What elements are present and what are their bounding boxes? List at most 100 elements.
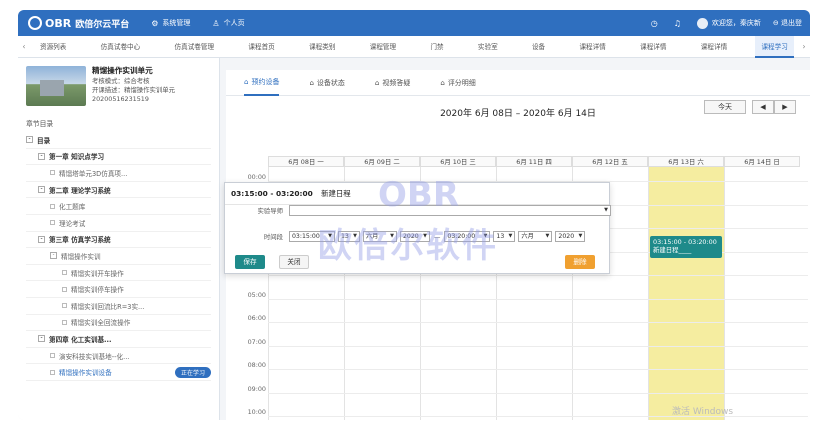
bell-icon[interactable]: ♫ xyxy=(674,19,681,28)
time-label: 08:00 xyxy=(247,361,266,369)
tree-node-label: 精馏操作实训 xyxy=(61,252,101,261)
tabs-right-arrow-icon[interactable]: › xyxy=(798,42,810,51)
save-button[interactable]: 保存 xyxy=(235,255,265,269)
unit-mode: 考核模式：综合考核 xyxy=(92,77,150,85)
leaf-icon[interactable] xyxy=(50,220,55,226)
tab-item[interactable]: 课程详情 xyxy=(695,36,733,58)
period-label: 时间段 xyxy=(263,233,283,241)
tree-node[interactable]: 精馏实训开车操作 xyxy=(26,265,211,282)
tab-item[interactable]: 课程学习 xyxy=(755,35,794,58)
clock-icon[interactable]: ◷ xyxy=(651,19,658,28)
hour-line xyxy=(268,275,808,276)
leaf-icon[interactable] xyxy=(62,286,67,292)
tab-item[interactable]: 课程首页 xyxy=(242,36,280,58)
tab-item[interactable]: 仿真试卷中心 xyxy=(95,36,147,58)
day-header: 6月 11日 四 xyxy=(496,156,572,167)
nav-personal-page[interactable]: ♙ 个人页 xyxy=(212,18,244,28)
tree-node[interactable]: - 第二章 理论学习系统 xyxy=(26,182,211,199)
tree-node[interactable]: - 第四章 化工实训基... xyxy=(26,331,211,348)
gear-icon: ⚙ xyxy=(151,18,159,28)
left-panel: 精馏操作实训单元 考核模式：综合考核 开课描述：精馏操作实训单元 2020051… xyxy=(18,58,220,420)
end-month-select[interactable]: 六月 ▼ xyxy=(518,231,553,242)
chapter-tree: - 目录 - 第一章 知识点学习精馏塔单元3D仿真项... - 第二章 理论学习系统 化工题… xyxy=(18,132,219,381)
end-time-select[interactable]: 03:20:00 ▼ xyxy=(444,231,491,242)
start-time-select[interactable]: 03:15:00 ▼ xyxy=(289,231,335,242)
next-week-button[interactable]: ▶ xyxy=(774,100,796,114)
subtab-item[interactable]: ⌂ 视频答疑 xyxy=(375,70,410,96)
tab-item[interactable]: 实验室 xyxy=(472,36,504,58)
nav-system-management[interactable]: ⚙ 系统管理 xyxy=(151,18,190,28)
hour-line xyxy=(268,345,808,347)
tree-node[interactable]: - 第三章 仿真学习系统 xyxy=(26,232,211,249)
hour-line xyxy=(268,369,808,370)
subtab-item[interactable]: ⌂ 预约设备 xyxy=(244,70,280,96)
tabs-left-arrow-icon[interactable]: ‹ xyxy=(18,42,30,51)
os-activation-notice: 激活 Windows xyxy=(672,407,734,417)
start-year-select[interactable]: 2020 ▼ xyxy=(400,231,430,242)
tree-node[interactable]: 理论考试 xyxy=(26,215,211,232)
tab-item[interactable]: 门禁 xyxy=(424,36,449,58)
home-icon: ⌂ xyxy=(309,78,314,87)
unit-title: 精馏操作实训单元 xyxy=(92,66,153,75)
tree-node-label: 精馏塔单元3D仿真项... xyxy=(59,169,128,178)
tab-item[interactable]: 资源列表 xyxy=(34,36,72,58)
tree-node[interactable]: 精馏实训回流比R=3实... xyxy=(26,298,211,315)
collapse-icon[interactable]: - xyxy=(38,186,45,194)
collapse-icon[interactable]: - xyxy=(38,152,45,160)
time-label: 06:00 xyxy=(247,314,266,322)
leaf-icon[interactable] xyxy=(50,369,55,375)
end-day-select[interactable]: 13 ▼ xyxy=(493,231,516,242)
today-button[interactable]: 今天 xyxy=(704,100,746,114)
leaf-icon[interactable] xyxy=(50,353,55,359)
subtab-item[interactable]: ⌂ 评分明细 xyxy=(440,70,475,96)
tree-node[interactable]: 演安科技实训基地--化... xyxy=(26,348,211,365)
collapse-icon[interactable]: - xyxy=(38,335,45,343)
tree-node[interactable]: 精馏实训停车操作 xyxy=(26,281,211,298)
home-icon: ⌂ xyxy=(440,78,445,87)
calendar-event[interactable]: 03:15:00 - 03:20:00 新建日程____ xyxy=(650,235,722,258)
tab-item[interactable]: 课程详情 xyxy=(634,36,672,58)
leaf-icon[interactable] xyxy=(62,319,67,325)
logout-button[interactable]: ⊖ 退出登 xyxy=(773,18,802,28)
collapse-icon[interactable]: - xyxy=(26,136,33,144)
period-row: 时间段 03:15:00 ▼ 13 ▼ 六月 ▼ 2020 ▼ — 03:20:00 ▼ … xyxy=(231,231,586,242)
logo-text: OBR xyxy=(45,16,72,30)
tree-node[interactable]: - 精馏操作实训 xyxy=(26,248,211,265)
close-button[interactable]: 关闭 xyxy=(279,255,309,269)
tree-node[interactable]: - 目录 xyxy=(26,132,211,149)
delete-button[interactable]: 删除 xyxy=(565,255,595,269)
tab-item[interactable]: 设备 xyxy=(526,36,551,58)
leaf-icon[interactable] xyxy=(62,303,67,309)
prev-week-button[interactable]: ◀ xyxy=(752,100,774,114)
tree-node-label: 精馏实训开车操作 xyxy=(71,269,124,278)
nav-label: 系统管理 xyxy=(162,19,191,27)
top-right: ◷ ♫ 欢迎您，秦庆新 ⊖ 退出登 xyxy=(635,17,802,29)
tree-node[interactable]: 精馏塔单元3D仿真项... xyxy=(26,165,211,182)
tree-node[interactable]: - 第一章 知识点学习 xyxy=(26,149,211,166)
avatar[interactable] xyxy=(696,17,708,29)
end-year-select[interactable]: 2020 ▼ xyxy=(555,231,586,242)
leaf-icon[interactable] xyxy=(50,170,55,176)
collapse-icon[interactable]: - xyxy=(50,252,57,260)
start-day-select[interactable]: 13 ▼ xyxy=(338,231,360,242)
tab-bar: ‹ 资源列表 仿真试卷中心 仿真试卷管理 课程首页 课程类别 课程管理 门禁 实验室 设备 课程详… xyxy=(18,35,810,58)
tabs: 资源列表 仿真试卷中心 仿真试卷管理 课程首页 课程类别 课程管理 门禁 实验室 设备 课程详情课… xyxy=(30,35,798,58)
subtab-label: 预约设备 xyxy=(251,77,280,86)
tree-node[interactable]: 精馏实训全回流操作 xyxy=(26,315,211,332)
start-month-select[interactable]: 六月 ▼ xyxy=(363,231,397,242)
leaf-icon[interactable] xyxy=(50,203,55,209)
event-time: 03:15:00 - 03:20:00 xyxy=(653,237,717,246)
dialog-title-text: 新建日程 xyxy=(321,189,351,198)
leaf-icon[interactable] xyxy=(62,270,67,276)
tab-item[interactable]: 仿真试卷管理 xyxy=(169,36,221,58)
mentor-label: 实验导师 xyxy=(257,207,283,215)
tree-node[interactable]: 精馏操作实训设备 正在学习 xyxy=(26,364,211,381)
subtab-item[interactable]: ⌂ 设备状态 xyxy=(309,70,344,96)
mentor-select[interactable]: ▼ xyxy=(289,205,611,216)
collapse-icon[interactable]: - xyxy=(38,235,45,243)
tab-item[interactable]: 课程类别 xyxy=(303,36,341,58)
platform-name: 欧倍尔云平台 xyxy=(75,19,130,30)
tab-item[interactable]: 课程管理 xyxy=(364,36,402,58)
tab-item[interactable]: 课程详情 xyxy=(573,36,611,58)
tree-node[interactable]: 化工题库 xyxy=(26,198,211,215)
